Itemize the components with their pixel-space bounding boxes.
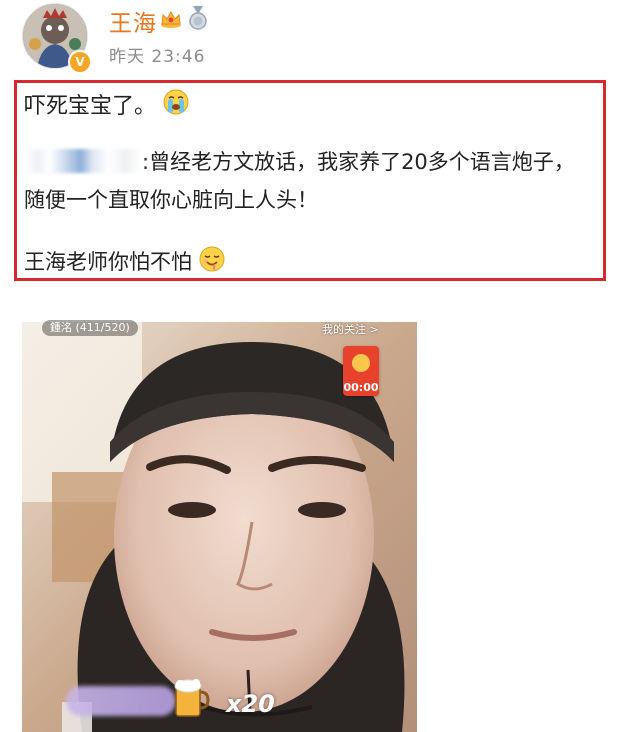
viewer-count-pill: 鍾洺 (411/520) — [42, 320, 138, 336]
red-packet-timer: 00:00 — [343, 381, 379, 394]
crown-icon — [161, 10, 181, 28]
post-text-line-4: 王海老师你怕不怕 — [24, 246, 225, 279]
post-text-line-3: 随便一个直取你心脏向上人头！ — [24, 188, 318, 212]
post-text-line-2: :曾经老方文放话，我家养了20多个语言炮子， — [24, 146, 575, 176]
crying-face-emoji-icon — [163, 89, 189, 121]
author-name[interactable]: 王海 — [109, 4, 157, 38]
post-text-line-1: 吓死宝宝了。 — [24, 88, 189, 123]
post-timestamp: 昨天 23:46 — [109, 47, 206, 67]
gift-sender-pill — [66, 686, 176, 716]
drooling-face-emoji-icon — [199, 246, 225, 277]
verified-badge-icon: V — [68, 50, 92, 74]
post-text-line-1-text: 吓死宝宝了。 — [24, 94, 157, 119]
post-text-line-4-text: 王海老师你怕不怕 — [24, 250, 192, 274]
red-packet-coin-icon — [352, 354, 370, 372]
gift-count: x20 — [226, 690, 275, 718]
my-follow-link[interactable]: 我的关注 > — [322, 321, 379, 337]
beer-mug-icon — [174, 679, 210, 717]
medal-icon — [189, 6, 207, 30]
post-text-line-2-text: :曾经老方文放话，我家养了20多个语言炮子， — [142, 150, 575, 174]
blurred-mention[interactable] — [24, 149, 142, 173]
post-header: V 王海 昨天 23:46 — [0, 0, 640, 76]
